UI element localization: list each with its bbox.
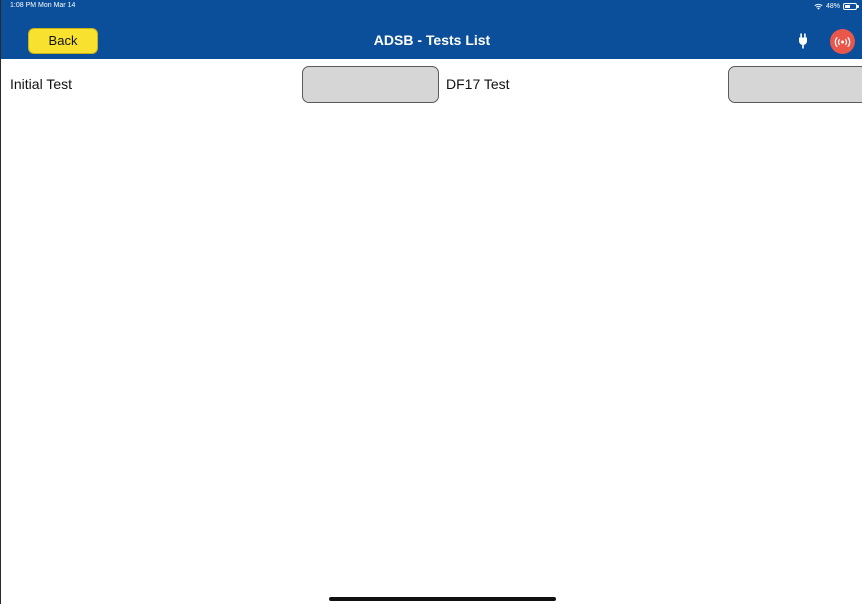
broadcast-signal-icon [834, 36, 851, 47]
df17-test-result-box[interactable] [728, 66, 862, 103]
status-indicators: 48% [814, 1, 859, 11]
app-screen: 1:08 PM Mon Mar 14 48% Back ADSB - Tests… [0, 0, 862, 604]
battery-nub [857, 4, 859, 8]
page-title: ADSB - Tests List [373, 32, 491, 48]
status-time: 1:08 PM Mon Mar 14 [10, 2, 76, 9]
broadcast-signal-button[interactable] [830, 29, 855, 54]
initial-test-label: Initial Test [10, 76, 72, 92]
battery-fill [845, 4, 850, 8]
initial-test-result-box[interactable] [302, 66, 439, 103]
df17-test-label: DF17 Test [446, 76, 510, 92]
battery-percent: 48% [825, 2, 840, 10]
battery-icon [843, 2, 859, 10]
plug-icon [799, 33, 807, 49]
home-indicator[interactable] [329, 597, 556, 601]
wifi-icon [814, 3, 823, 10]
header-bar: 1:08 PM Mon Mar 14 48% Back ADSB - Tests… [1, 0, 862, 59]
